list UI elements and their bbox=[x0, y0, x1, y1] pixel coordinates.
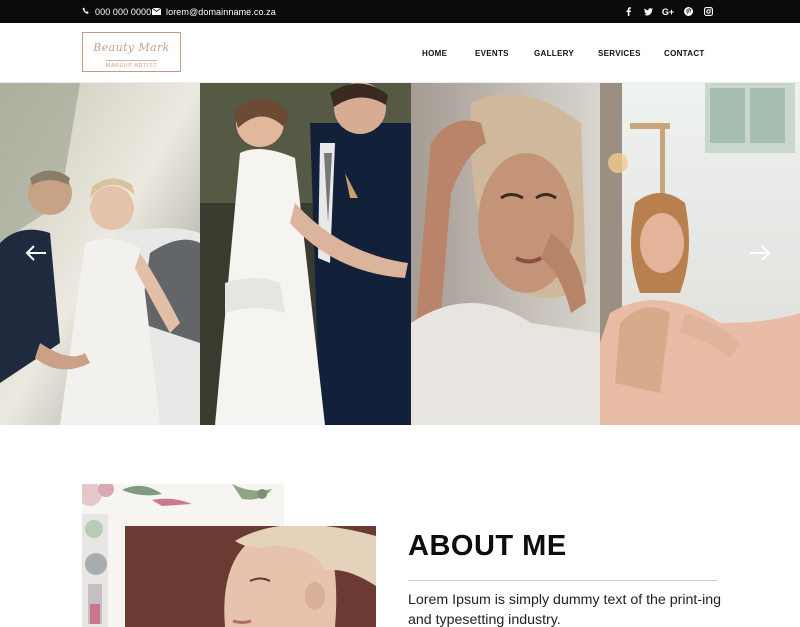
about-text: Lorem Ipsum is simply dummy text of the … bbox=[408, 592, 722, 627]
arrow-right-icon bbox=[750, 245, 771, 261]
about-title: ABOUT ME bbox=[408, 530, 567, 562]
site-header: Beauty Mark MAKEUP ARTIST HOME EVENTS GA… bbox=[0, 23, 800, 83]
gallery-photo-portrait-blonde[interactable] bbox=[411, 83, 600, 425]
email-contact[interactable]: lorem@domainname.co.za bbox=[151, 0, 276, 23]
logo-subtitle: MAKEUP ARTIST bbox=[105, 60, 158, 69]
nav-item-contact[interactable]: CONTACT bbox=[664, 49, 705, 58]
logo-script: Beauty Mark bbox=[93, 41, 170, 54]
about-divider bbox=[408, 580, 717, 581]
nav-item-gallery[interactable]: GALLERY bbox=[534, 49, 574, 58]
envelope-icon bbox=[151, 7, 162, 17]
hero-gallery-slider bbox=[0, 83, 800, 425]
about-image-group bbox=[82, 484, 382, 627]
arrow-left-icon bbox=[25, 245, 46, 261]
nav-item-services[interactable]: SERVICES bbox=[598, 49, 641, 58]
about-portrait-photo bbox=[125, 526, 376, 627]
social-links: G+ bbox=[618, 0, 718, 23]
slider-next-button[interactable] bbox=[748, 243, 772, 263]
nav-item-events[interactable]: EVENTS bbox=[475, 49, 509, 58]
gallery-photo-bride-groom[interactable] bbox=[200, 83, 411, 425]
email-address: lorem@domainname.co.za bbox=[166, 6, 276, 17]
pinterest-icon[interactable] bbox=[678, 7, 698, 16]
phone-contact[interactable]: 000 000 0000 bbox=[82, 0, 151, 23]
facebook-icon[interactable] bbox=[618, 7, 638, 16]
twitter-icon[interactable] bbox=[638, 7, 658, 16]
brand-logo[interactable]: Beauty Mark MAKEUP ARTIST bbox=[82, 32, 181, 72]
nav-item-home[interactable]: HOME bbox=[422, 49, 447, 58]
slider-prev-button[interactable] bbox=[24, 243, 48, 263]
top-bar: 000 000 0000 lorem@domainname.co.za G+ bbox=[0, 0, 800, 23]
google-plus-icon[interactable]: G+ bbox=[658, 7, 678, 17]
phone-number: 000 000 0000 bbox=[95, 6, 152, 17]
instagram-icon[interactable] bbox=[698, 7, 718, 16]
phone-icon bbox=[82, 7, 90, 17]
